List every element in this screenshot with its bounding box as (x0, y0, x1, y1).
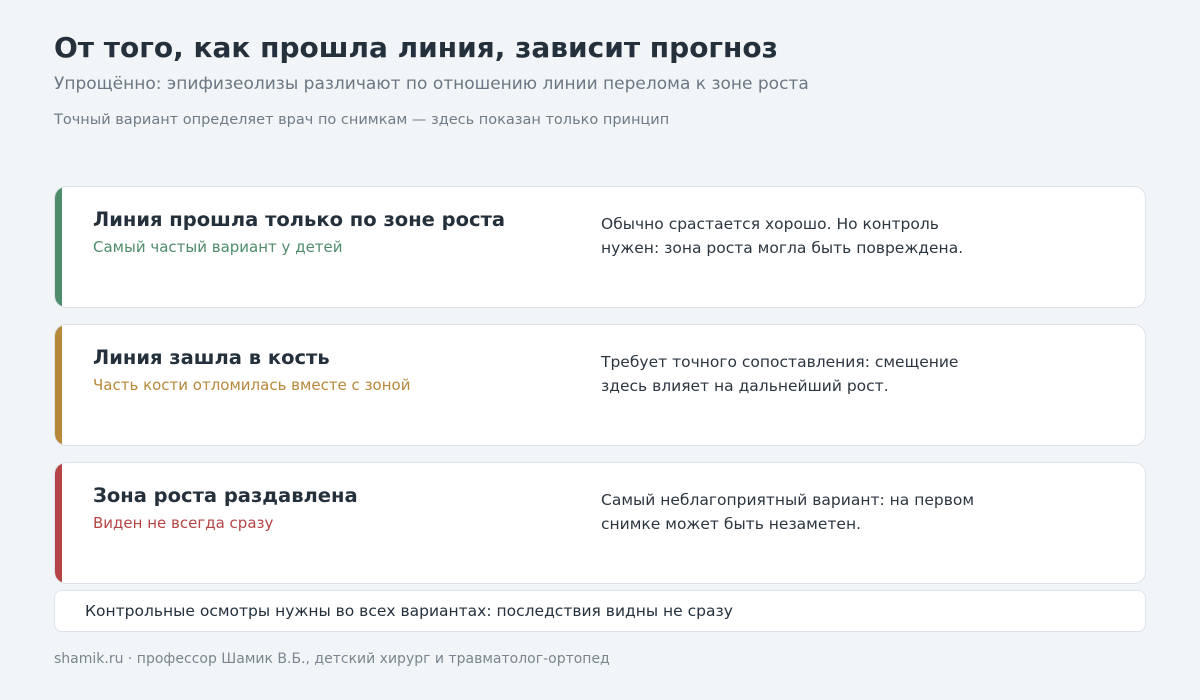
card-growth-plate-only: Линия прошла только по зоне роста Самый … (54, 186, 1146, 308)
card-title: Линия зашла в кость (93, 346, 330, 369)
card-title: Зона роста раздавлена (93, 484, 358, 507)
card-subtitle: Часть кости отломилась вместе с зоной (93, 376, 411, 394)
disclaimer-note: Точный вариант определяет врач по снимка… (54, 112, 670, 128)
page-title: От того, как прошла линия, зависит прогн… (54, 31, 778, 64)
card-crushed-growth-plate: Зона роста раздавлена Виден не всегда ср… (54, 462, 1146, 584)
follow-up-note: Контрольные осмотры нужны во всех вариан… (54, 590, 1146, 632)
card-line-into-bone: Линия зашла в кость Часть кости отломила… (54, 324, 1146, 446)
source-credit: shamik.ru · профессор Шамик В.Б., детски… (54, 651, 610, 667)
card-accent-bar (55, 325, 62, 445)
card-description: Самый неблагоприятный вариант: на первом… (601, 491, 975, 533)
card-description: Обычно срастается хорошо. Но контроль ну… (601, 215, 964, 257)
card-accent-bar (55, 187, 62, 307)
card-subtitle: Самый частый вариант у детей (93, 238, 343, 256)
page-subtitle: Упрощённо: эпифизеолизы различают по отн… (54, 74, 809, 94)
card-description: Требует точного сопоставления: смещение … (601, 353, 959, 395)
card-accent-bar (55, 463, 62, 583)
card-subtitle: Виден не всегда сразу (93, 514, 274, 532)
card-title: Линия прошла только по зоне роста (93, 208, 506, 231)
